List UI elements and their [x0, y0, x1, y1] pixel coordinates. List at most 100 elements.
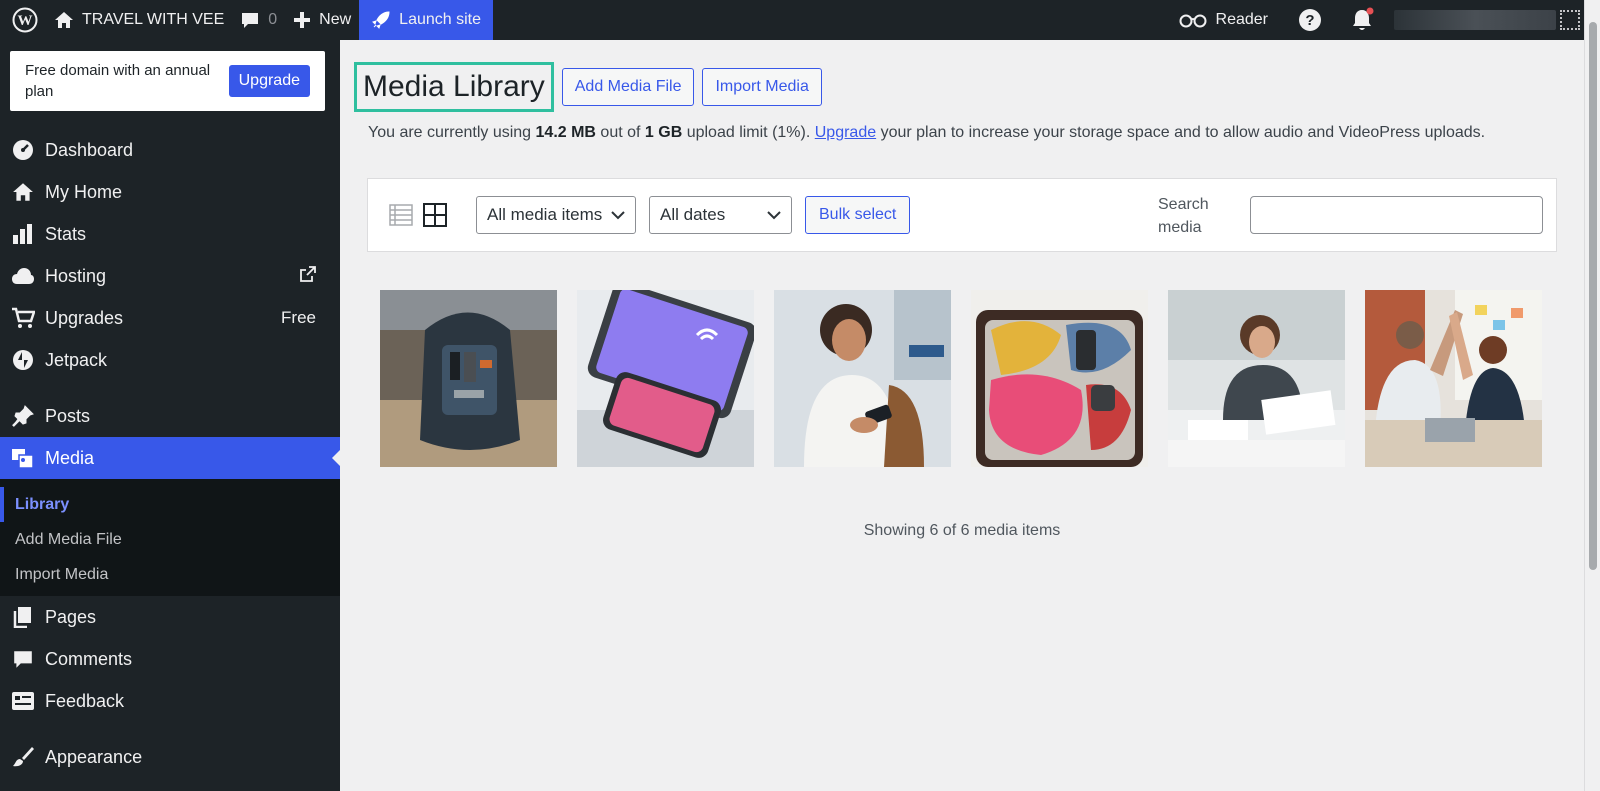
svg-text:W: W: [18, 13, 33, 29]
admin-sidebar: Free domain with an annual plan Upgrade …: [0, 40, 340, 791]
submenu-item-add-media-file[interactable]: Add Media File: [0, 522, 340, 557]
svg-text:?: ?: [1305, 12, 1314, 29]
sidebar-item-media[interactable]: Media: [0, 437, 340, 479]
help-button[interactable]: ?: [1284, 0, 1336, 40]
media-item[interactable]: [577, 290, 754, 467]
sidebar-item-label: Jetpack: [45, 349, 108, 370]
storage-quota-notice: You are currently using 14.2 MB out of 1…: [368, 124, 1485, 142]
promo-text: Free domain with an annual plan: [25, 62, 211, 100]
quota-prefix: You are currently using: [368, 124, 536, 141]
menu-separator: [0, 381, 340, 395]
sidebar-item-label: Posts: [45, 405, 91, 426]
cart-icon: [11, 306, 35, 330]
comments-link[interactable]: 0: [232, 0, 285, 40]
page-title: Media Library: [354, 62, 554, 112]
search-media-input[interactable]: [1250, 196, 1543, 234]
suitcase-image: [971, 290, 1148, 467]
sidebar-item-label: Dashboard: [45, 139, 134, 160]
avatar[interactable]: [1560, 10, 1580, 30]
sidebar-item-my-home[interactable]: My Home: [0, 171, 340, 213]
quota-suffix: your plan to increase your storage space…: [876, 124, 1486, 141]
sidebar-item-appearance[interactable]: Appearance: [0, 736, 340, 778]
launch-site-button[interactable]: Launch site: [359, 0, 494, 40]
new-label: New: [319, 11, 352, 28]
page-scrollbar[interactable]: [1584, 0, 1600, 791]
home-icon: [11, 180, 35, 204]
media-count-text: Showing 6 of 6 media items: [863, 522, 1061, 539]
media-grid: [380, 290, 1542, 467]
bell-icon: [1353, 7, 1374, 30]
comment-icon: [11, 647, 35, 671]
add-media-file-button[interactable]: Add Media File: [561, 68, 695, 106]
site-name-link[interactable]: TRAVEL WITH VEE: [46, 0, 232, 40]
site-name: TRAVEL WITH VEE: [82, 11, 225, 28]
quota-middle: out of: [595, 124, 645, 141]
notifications-button[interactable]: [1336, 0, 1388, 40]
comment-icon: [242, 13, 259, 28]
media-item[interactable]: [774, 290, 951, 467]
grid-view-icon[interactable]: [422, 202, 448, 228]
sidebar-item-hosting[interactable]: Hosting: [0, 255, 340, 297]
sidebar-item-posts[interactable]: Posts: [0, 395, 340, 437]
reader-link[interactable]: Reader: [1170, 0, 1284, 40]
sidebar-item-label: Stats: [45, 223, 87, 244]
sidebar-item-label: My Home: [45, 181, 123, 202]
woman-documents-image: [1168, 290, 1345, 467]
office-high-five-image: [1365, 290, 1542, 467]
media-item[interactable]: [971, 290, 1148, 467]
submenu-item-import-media[interactable]: Import Media: [0, 557, 340, 592]
sidebar-item-label: Upgrades: [45, 307, 124, 328]
import-media-button[interactable]: Import Media: [702, 68, 822, 106]
date-filter-value: All dates: [660, 205, 726, 224]
scrollbar-thumb[interactable]: [1589, 22, 1597, 570]
date-filter[interactable]: All dates: [649, 196, 792, 234]
external-link-icon: [300, 265, 316, 287]
media-submenu: Library Add Media File Import Media: [0, 479, 340, 596]
plus-icon: [294, 12, 311, 28]
media-item[interactable]: [1168, 290, 1345, 467]
list-view-icon[interactable]: [388, 202, 414, 228]
new-content-link[interactable]: New: [285, 0, 359, 40]
sidebar-item-label: Comments: [45, 648, 133, 669]
search-media-label: Search media: [1158, 196, 1209, 236]
reader-label: Reader: [1215, 11, 1268, 28]
media-toolbar: All media items All dates Bulk select Se…: [367, 178, 1557, 252]
sidebar-item-upgrades[interactable]: Upgrades Free: [0, 297, 340, 339]
quota-used: 14.2 MB: [535, 124, 596, 141]
sidebar-item-dashboard[interactable]: Dashboard: [0, 129, 340, 171]
main-content: Media Library Add Media File Import Medi…: [340, 40, 1584, 791]
rocket-icon: [372, 11, 390, 29]
media-type-filter[interactable]: All media items: [476, 196, 636, 234]
upgrades-badge: Free: [281, 308, 316, 327]
launch-site-label: Launch site: [399, 11, 482, 28]
menu-separator: [0, 722, 340, 736]
upgrade-link[interactable]: Upgrade: [815, 124, 876, 141]
media-item[interactable]: [380, 290, 557, 467]
sidebar-item-stats[interactable]: Stats: [0, 213, 340, 255]
pages-icon: [11, 605, 35, 629]
woman-phone-image: [774, 290, 951, 467]
media-item[interactable]: [1365, 290, 1542, 467]
sidebar-item-label: Feedback: [45, 690, 125, 711]
sidebar-item-label: Media: [45, 447, 95, 468]
media-type-filter-value: All media items: [487, 205, 603, 224]
sidebar-item-feedback[interactable]: Feedback: [0, 680, 340, 722]
submenu-item-library[interactable]: Library: [0, 487, 340, 522]
wordpress-logo-icon[interactable]: W: [0, 0, 46, 40]
jetpack-icon: [11, 348, 35, 372]
page-header: Media Library Add Media File Import Medi…: [354, 62, 822, 112]
sidebar-item-pages[interactable]: Pages: [0, 596, 340, 638]
feedback-icon: [11, 689, 35, 713]
backpack-image: [380, 290, 557, 467]
media-icon: [11, 446, 35, 470]
bulk-select-button[interactable]: Bulk select: [805, 196, 911, 234]
user-name-placeholder[interactable]: [1394, 10, 1556, 30]
upgrade-button[interactable]: Upgrade: [228, 65, 310, 97]
stats-icon: [11, 222, 35, 246]
quota-suffix-before-link: upload limit (1%).: [682, 124, 815, 141]
sidebar-item-comments[interactable]: Comments: [0, 638, 340, 680]
sidebar-item-label: Pages: [45, 606, 97, 627]
help-icon: ?: [1299, 9, 1321, 31]
domain-promo-banner: Free domain with an annual plan Upgrade: [10, 51, 325, 111]
sidebar-item-jetpack[interactable]: Jetpack: [0, 339, 340, 381]
